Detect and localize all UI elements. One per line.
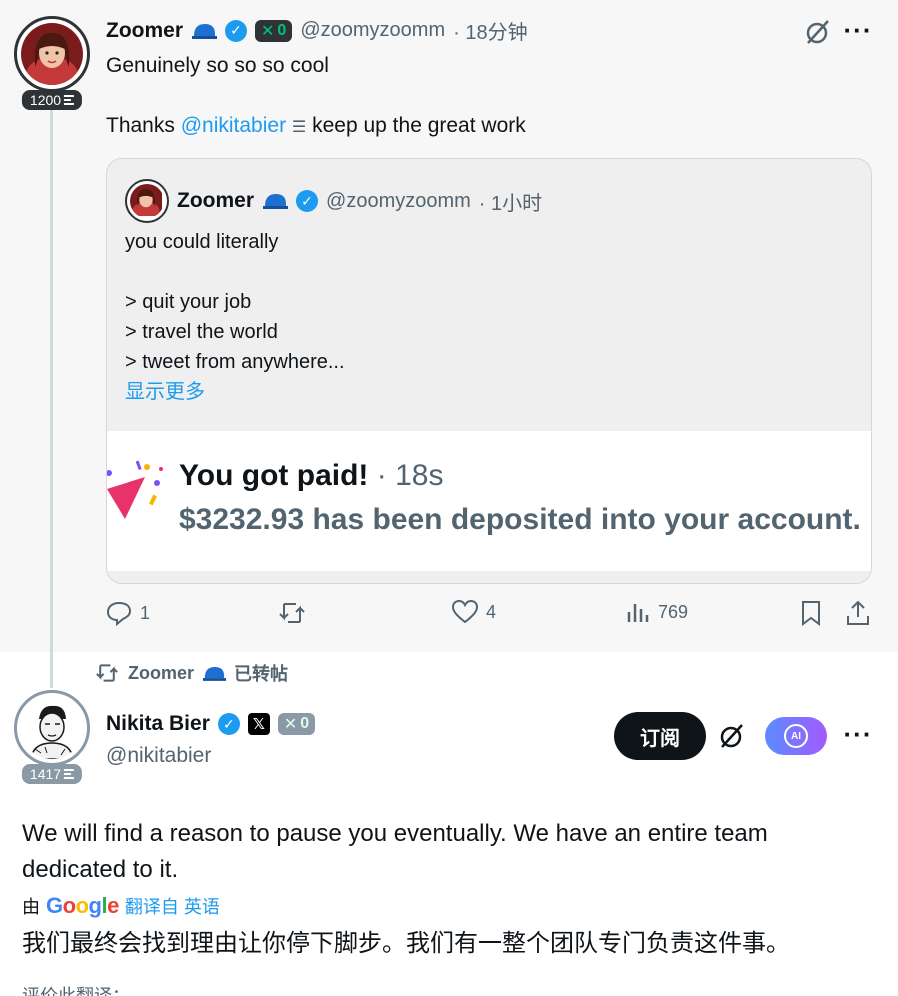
party-popper-icon <box>107 460 163 519</box>
handle[interactable]: @zoomyzoomm <box>300 19 445 42</box>
x-affiliate-icon[interactable]: 𝕏 <box>247 713 270 735</box>
tweet-text-rest: keep up the great work <box>312 114 526 137</box>
more-options-icon[interactable]: ··· <box>842 718 874 750</box>
bookmark-icon <box>802 601 820 626</box>
show-more-link[interactable]: 显示更多 <box>125 377 205 407</box>
timestamp[interactable]: · 18分钟 <box>453 16 527 45</box>
thread-line <box>50 108 53 688</box>
bars-icon <box>64 95 75 105</box>
quote-display-name: Zoomer <box>177 189 255 212</box>
retweet-button[interactable] <box>278 600 306 626</box>
x-score-badge: ✕ 0 <box>255 19 293 42</box>
zoomer-avatar[interactable]: 1200 <box>14 16 90 110</box>
like-button[interactable]: 4 <box>452 600 496 624</box>
reply-icon <box>106 601 132 626</box>
quote-handle: @zoomyzoomm <box>326 189 471 212</box>
bars-icon <box>64 769 75 779</box>
verified-icon: ✓ <box>225 19 248 42</box>
ai-icon: AI <box>784 724 808 748</box>
retweet-icon <box>96 664 118 682</box>
share-icon <box>847 600 869 625</box>
quote-text-line1: you could literally <box>125 231 279 253</box>
media-time: · 18s <box>376 459 444 492</box>
blue-cap-icon <box>192 23 218 39</box>
x-icon: ✕ <box>283 716 298 733</box>
nikita-header: Nikita Bier ✓ 𝕏 ✕ 0 <box>106 712 316 736</box>
blue-cap-icon <box>263 194 289 209</box>
retweet-action: 已转帖 <box>234 664 289 684</box>
thanks-text: Thanks <box>106 114 175 137</box>
google-logo: Google <box>46 893 119 918</box>
score-value: 1200 <box>29 92 62 108</box>
tweet-text-line2: Thanks @nikitabier ☰ keep up the great w… <box>106 111 526 143</box>
ai-button[interactable]: AI <box>765 717 827 755</box>
x-icon: ✕ <box>261 22 275 40</box>
x-score-badge: ✕ 0 <box>277 713 316 735</box>
quote-tweet[interactable]: Zoomer ✓ @zoomyzoomm · 1小时 you could lit… <box>106 158 872 584</box>
translate-by-label: 由 <box>22 897 40 917</box>
tweet-header: Zoomer ✓ ✕ 0 @zoomyzoomm · 18分钟 <box>106 16 528 45</box>
rate-translation-label: 评价此翻译： <box>22 986 130 996</box>
score-value: 1417 <box>29 766 62 782</box>
translated-from-link[interactable]: 翻译自 英语 <box>125 893 220 919</box>
retweeted-by[interactable]: Zoomer 已转帖 <box>94 660 288 686</box>
quote-text-line2: > quit your job <box>125 291 252 313</box>
quote-timestamp: · 1小时 <box>478 192 543 215</box>
rate-translation: 评价此翻译： <box>22 982 130 996</box>
quote-header: Zoomer ✓ @zoomyzoomm · 1小时 <box>125 179 542 223</box>
media-title-text: You got paid! <box>179 459 369 492</box>
media-amount: $3232.93 has been deposited into your ac… <box>179 503 861 536</box>
bars-icon: ☰ <box>291 119 307 136</box>
views-button[interactable]: 769 <box>626 600 688 624</box>
display-name[interactable]: Nikita Bier <box>106 712 210 736</box>
quote-text-line4: > tweet from anywhere... <box>125 351 345 373</box>
media-title: You got paid! · 18s <box>179 459 443 493</box>
score-badge: 1200 <box>21 90 83 110</box>
x-score-value: 0 <box>300 715 310 732</box>
like-count: 4 <box>486 601 497 622</box>
translated-text: 我们最终会找到理由让你停下脚步。我们有一整个团队专门负责这件事。 <box>22 930 790 957</box>
quote-avatar <box>125 179 169 223</box>
more-options-icon[interactable]: ··· <box>842 14 874 46</box>
retweet-icon <box>279 603 305 623</box>
mention-link[interactable]: @nikitabier <box>181 114 286 137</box>
reply-count: 1 <box>140 602 151 623</box>
retweeter-name: Zoomer <box>128 662 195 683</box>
translation-attribution: 由 Google 翻译自 英语 <box>22 893 220 919</box>
score-badge: 1417 <box>21 764 83 784</box>
heart-icon <box>452 600 478 624</box>
nikita-tweet-text: We will find a reason to pause you event… <box>22 820 768 883</box>
share-button[interactable] <box>846 600 870 626</box>
quote-media[interactable]: You got paid! · 18s $3232.93 has been de… <box>107 431 871 571</box>
verified-icon: ✓ <box>217 713 240 735</box>
display-name[interactable]: Zoomer <box>106 19 183 43</box>
x-score-value: 0 <box>277 21 287 39</box>
verified-icon: ✓ <box>296 190 319 212</box>
view-count: 769 <box>658 601 689 622</box>
tweet-actions: 1 4 769 <box>106 600 872 636</box>
quote-text-line3: > travel the world <box>125 321 278 343</box>
nikita-handle[interactable]: @nikitabier <box>106 744 211 768</box>
blue-cap-icon <box>202 666 227 681</box>
views-icon <box>627 604 649 622</box>
nikita-avatar[interactable]: 1417 <box>14 690 90 784</box>
reply-button[interactable]: 1 <box>106 600 150 626</box>
grok-icon[interactable] <box>802 16 834 48</box>
subscribe-button[interactable]: 订阅 <box>614 712 706 760</box>
bookmark-button[interactable] <box>800 600 822 626</box>
top-tweet[interactable]: 1200 Zoomer ✓ ✕ 0 @zoomyzoomm · 18分钟 ··· … <box>0 0 898 688</box>
grok-icon[interactable] <box>716 720 748 752</box>
tweet-text-line1: Genuinely so so so cool <box>106 54 329 77</box>
